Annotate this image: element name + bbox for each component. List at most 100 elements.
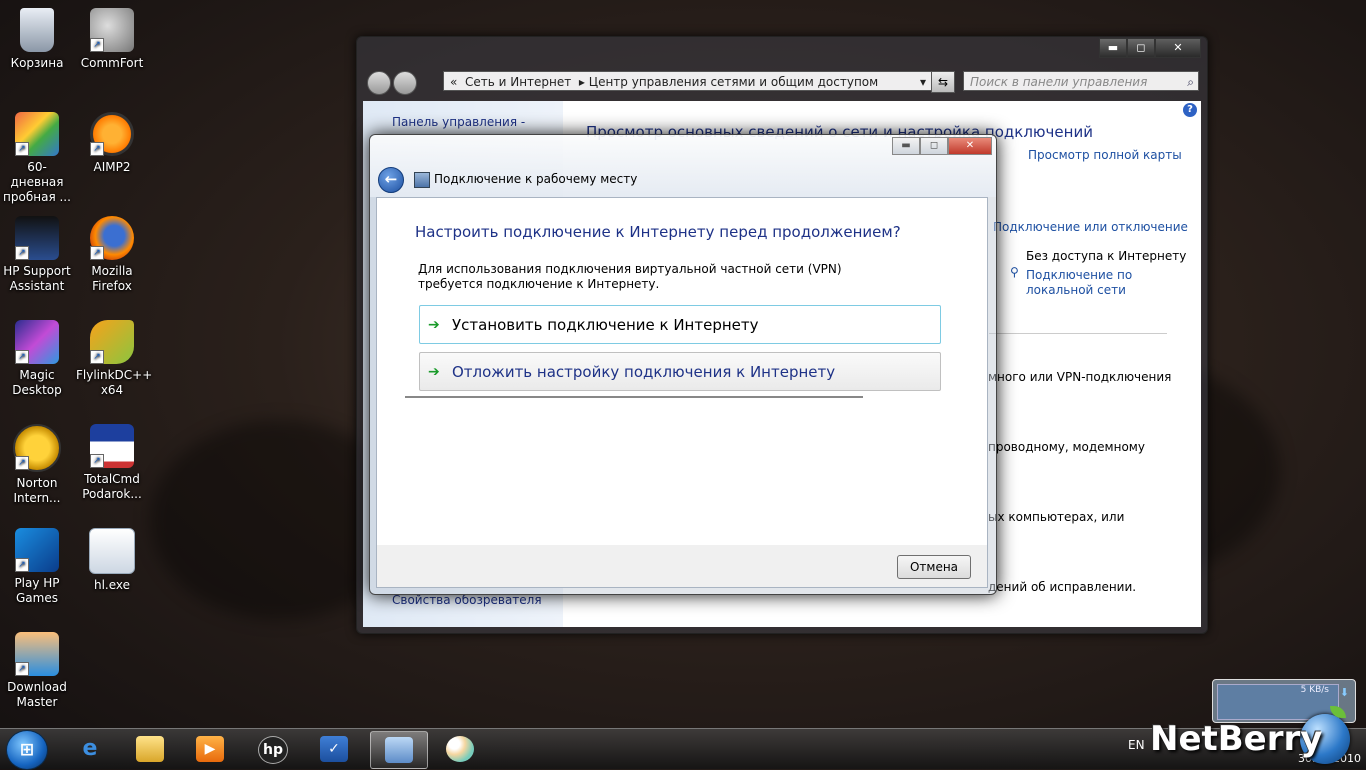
desktop-icon-label: hl.exe bbox=[93, 578, 131, 592]
desktop-icon-recycle-bin[interactable]: Корзина bbox=[1, 8, 73, 71]
norton-globe-icon: ↗ bbox=[13, 424, 61, 472]
divider bbox=[989, 333, 1167, 334]
taskbar-hp[interactable]: hp bbox=[244, 731, 300, 767]
flylinkdc-icon: ↗ bbox=[90, 320, 134, 364]
office-trial-icon: ↗ bbox=[15, 112, 59, 156]
taskbar-explorer[interactable] bbox=[122, 731, 178, 767]
vpn-text-fragment: много или VPN-подключения bbox=[988, 370, 1172, 384]
desktop-icon-firefox[interactable]: ↗ Mozilla Firefox bbox=[76, 216, 148, 294]
dialog-body: Настроить подключение к Интернету перед … bbox=[376, 197, 988, 547]
desktop-icon-label: 60-дневная пробная ... bbox=[3, 160, 71, 204]
search-icon[interactable]: ⌕ bbox=[1187, 72, 1194, 92]
desktop-icon-label: Корзина bbox=[10, 56, 64, 70]
search-placeholder: Поиск в панели управления bbox=[970, 75, 1148, 89]
close-button[interactable]: ✕ bbox=[1155, 38, 1201, 58]
dialog-minimize-button[interactable]: ▬ bbox=[892, 137, 920, 155]
dialog-footer: Отмена bbox=[376, 545, 988, 588]
desktop-icon-label: Download Master bbox=[7, 680, 67, 709]
hp-games-icon: ↗ bbox=[15, 528, 59, 572]
commfort-icon: ↗ bbox=[90, 8, 134, 52]
desktop-icon-magic-desktop[interactable]: ↗ Magic Desktop bbox=[1, 320, 73, 398]
desktop-icon-label: TotalCmd Podarok... bbox=[82, 472, 142, 501]
desktop-icon-label: CommFort bbox=[80, 56, 144, 70]
taskbar-app[interactable]: ✓ bbox=[306, 731, 362, 767]
dialog-maximize-button[interactable]: ◻ bbox=[920, 137, 948, 155]
dialog-title: Подключение к рабочему месту bbox=[434, 172, 638, 186]
hp-support-icon: ↗ bbox=[15, 216, 59, 260]
firefox-icon: ↗ bbox=[90, 216, 134, 260]
taskbar-control-panel[interactable] bbox=[370, 731, 428, 769]
local-connection-link[interactable]: Подключение по локальной сети bbox=[1026, 268, 1146, 298]
setup-internet-connection-option[interactable]: ➔ Установить подключение к Интернету bbox=[419, 305, 941, 344]
wired-text-fragment: проводному, модемному bbox=[988, 440, 1145, 454]
desktop-icon-aimp2[interactable]: ↗ AIMP2 bbox=[76, 112, 148, 175]
desktop-icon-office-trial[interactable]: ↗ 60-дневная пробная ... bbox=[1, 112, 73, 205]
taskbar-internet-explorer[interactable]: e bbox=[62, 731, 118, 767]
desktop-icon-label: Play HP Games bbox=[14, 576, 60, 605]
download-arrow-icon: ⬇ bbox=[1339, 686, 1349, 699]
desktop-icon-download-master[interactable]: ↗ Download Master bbox=[1, 632, 73, 710]
magic-desktop-icon: ↗ bbox=[15, 320, 59, 364]
internet-explorer-icon: e bbox=[82, 736, 98, 761]
exe-gear-icon bbox=[89, 528, 135, 574]
desktop-icon-label: Norton Intern... bbox=[13, 476, 61, 505]
breadcrumb-item-sharing-center[interactable]: Центр управления сетями и общим доступом bbox=[589, 75, 878, 89]
maximize-button[interactable]: ◻ bbox=[1127, 38, 1155, 58]
language-indicator[interactable]: EN bbox=[1128, 738, 1145, 752]
control-panel-home-link[interactable]: Панель управления - bbox=[392, 115, 525, 129]
watermark-logo: NetBerry bbox=[1150, 719, 1323, 759]
desktop-icon-label: Magic Desktop bbox=[12, 368, 62, 397]
control-panel-icon bbox=[385, 737, 413, 763]
browser-properties-link[interactable]: Свойства обозревателя bbox=[392, 593, 542, 607]
troubleshoot-text-fragment: дений об исправлении. bbox=[988, 580, 1137, 594]
hp-icon: hp bbox=[258, 736, 288, 764]
search-input[interactable]: Поиск в панели управления ⌕ bbox=[963, 71, 1199, 91]
breadcrumb-item-network[interactable]: Сеть и Интернет bbox=[465, 75, 571, 89]
checkmark-app-icon: ✓ bbox=[320, 736, 348, 762]
address-bar[interactable]: « Сеть и Интернет ▸ Центр управления сет… bbox=[443, 71, 955, 91]
workplace-connection-icon bbox=[414, 172, 430, 188]
vpn-dialog[interactable]: ▬ ◻ ✕ ← Подключение к рабочему месту Нас… bbox=[369, 134, 997, 595]
full-map-link[interactable]: Просмотр полной карты bbox=[1028, 148, 1182, 162]
dialog-description: Для использования подключения виртуально… bbox=[418, 262, 842, 291]
computers-text-fragment: ых компьютерах, или bbox=[988, 510, 1125, 524]
minimize-button[interactable]: ▬ bbox=[1099, 38, 1127, 58]
green-arrow-icon: ➔ bbox=[428, 364, 440, 380]
desktop-icon-commfort[interactable]: ↗ CommFort bbox=[76, 8, 148, 71]
aimp-icon: ↗ bbox=[90, 112, 134, 156]
postpone-setup-option[interactable]: ➔ Отложить настройку подключения к Интер… bbox=[419, 352, 941, 391]
start-button[interactable]: ⊞ bbox=[6, 730, 48, 770]
back-nav-button[interactable] bbox=[367, 71, 391, 95]
back-arrow-icon[interactable]: ← bbox=[378, 167, 404, 193]
desktop-icon-totalcmd[interactable]: ↗ TotalCmd Podarok... bbox=[76, 424, 148, 502]
media-player-icon: ▶ bbox=[196, 736, 224, 762]
desktop-icon-flylinkdc[interactable]: ↗ FlylinkDC++ x64 bbox=[76, 320, 152, 398]
desktop-icon-hp-support[interactable]: ↗ HP Support Assistant bbox=[1, 216, 73, 294]
dialog-close-button[interactable]: ✕ bbox=[948, 137, 992, 155]
folder-icon bbox=[136, 736, 164, 762]
refresh-button[interactable]: ⇆ bbox=[931, 71, 955, 93]
divider bbox=[405, 396, 863, 398]
connect-disconnect-link[interactable]: Подключение или отключение bbox=[993, 220, 1188, 234]
access-type-value: Без доступа к Интернету bbox=[1026, 249, 1187, 263]
desktop-icon-play-hp-games[interactable]: ↗ Play HP Games bbox=[1, 528, 73, 606]
window-controls: ▬ ◻ ✕ bbox=[1099, 38, 1201, 58]
recycle-bin-icon bbox=[20, 8, 54, 52]
desktop-icon-label: Mozilla Firefox bbox=[91, 264, 133, 293]
dialog-window-controls: ▬ ◻ ✕ bbox=[892, 137, 992, 155]
desktop-icon-label: FlylinkDC++ x64 bbox=[76, 368, 153, 397]
cancel-button[interactable]: Отмена bbox=[897, 555, 971, 579]
taskbar-paint[interactable] bbox=[432, 731, 488, 767]
dialog-heading: Настроить подключение к Интернету перед … bbox=[415, 223, 901, 241]
breadcrumb-overflow-icon[interactable]: « bbox=[450, 75, 457, 89]
network-speed: 5 KB/s bbox=[1300, 685, 1329, 695]
desktop-icon-hl-exe[interactable]: hl.exe bbox=[76, 528, 148, 593]
floppy-disk-icon: ↗ bbox=[90, 424, 134, 468]
option-label: Установить подключение к Интернету bbox=[452, 316, 759, 334]
chevron-down-icon[interactable]: ▾ bbox=[920, 72, 926, 92]
desktop-icon-norton[interactable]: ↗ Norton Intern... bbox=[1, 424, 73, 506]
forward-nav-button[interactable] bbox=[393, 71, 417, 95]
network-plug-icon: ⚲ bbox=[1010, 265, 1019, 279]
taskbar-media-player[interactable]: ▶ bbox=[182, 731, 238, 767]
help-icon[interactable]: ? bbox=[1183, 103, 1197, 117]
